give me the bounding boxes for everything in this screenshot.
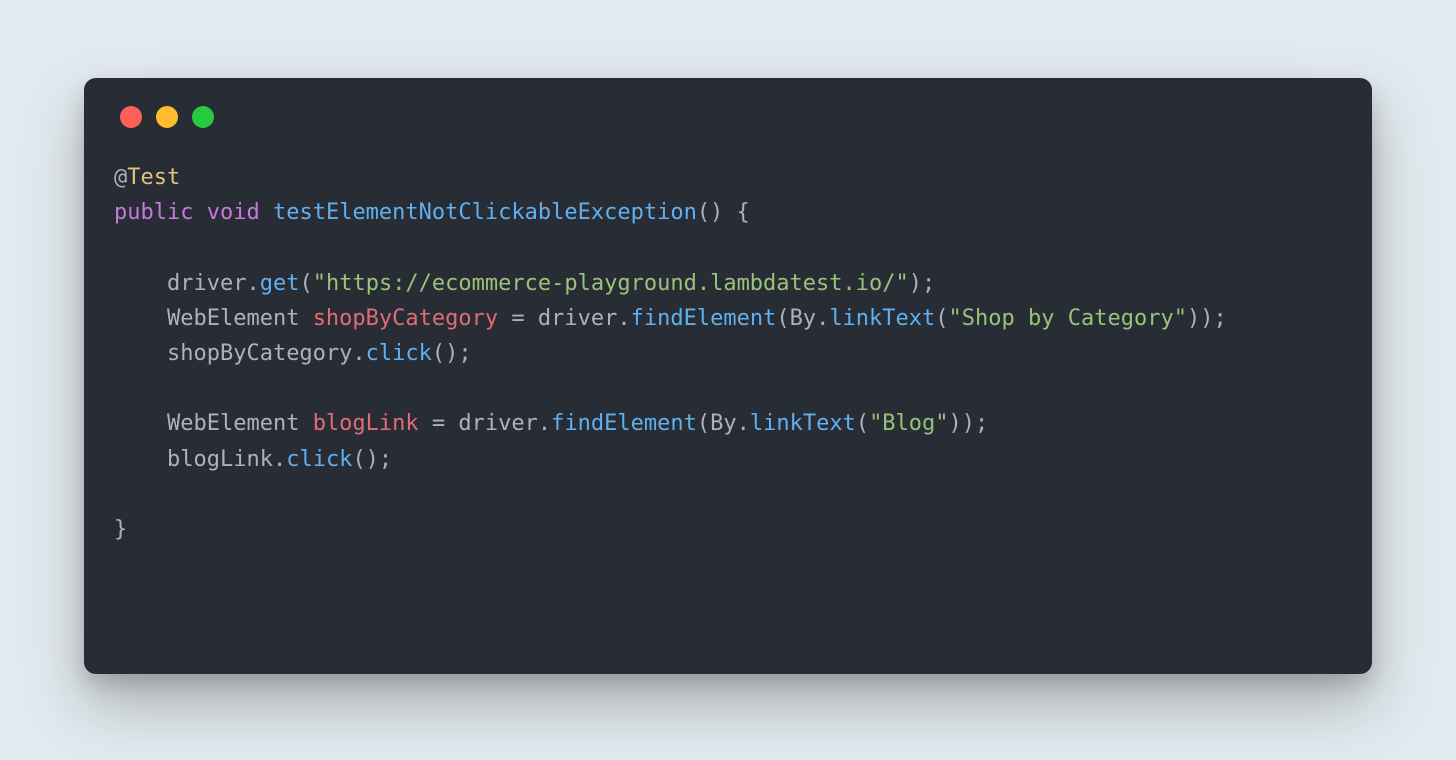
punc-open-paren: ( bbox=[697, 411, 710, 436]
punc-open-paren: ( bbox=[299, 271, 312, 296]
string-url: "https://ecommerce-playground.lambdatest… bbox=[313, 271, 909, 296]
punc-close: ); bbox=[909, 271, 936, 296]
ident-By: By bbox=[710, 411, 737, 436]
punc-open-paren: ( bbox=[856, 411, 869, 436]
var-shopByCategory: shopByCategory bbox=[167, 341, 352, 366]
punc-brace-close: } bbox=[114, 517, 127, 542]
var-blogLink-decl: blogLink bbox=[313, 411, 419, 436]
punc-dot: . bbox=[352, 341, 365, 366]
var-blogLink: blogLink bbox=[167, 447, 273, 472]
punc-dot: . bbox=[246, 271, 259, 296]
method-get: get bbox=[260, 271, 300, 296]
ident-driver: driver bbox=[458, 411, 537, 436]
annotation-name: Test bbox=[127, 165, 180, 190]
var-shopByCategory-decl: shopByCategory bbox=[313, 306, 498, 331]
punc-open-paren: ( bbox=[935, 306, 948, 331]
string-blog: "Blog" bbox=[869, 411, 948, 436]
method-click: click bbox=[366, 341, 432, 366]
method-findElement: findElement bbox=[551, 411, 697, 436]
punc-dot: . bbox=[617, 306, 630, 331]
method-findElement: findElement bbox=[631, 306, 777, 331]
string-shop-by-category: "Shop by Category" bbox=[949, 306, 1187, 331]
punc-equals: = bbox=[432, 411, 445, 436]
ident-driver: driver bbox=[167, 271, 246, 296]
punc-close: (); bbox=[432, 341, 472, 366]
type-webelement: WebElement bbox=[167, 411, 299, 436]
punc-open-paren: ( bbox=[776, 306, 789, 331]
punc-dot: . bbox=[538, 411, 551, 436]
annotation-at: @ bbox=[114, 165, 127, 190]
method-linkText: linkText bbox=[829, 306, 935, 331]
punc-dot: . bbox=[816, 306, 829, 331]
ident-By: By bbox=[790, 306, 817, 331]
keyword-void: void bbox=[207, 200, 260, 225]
keyword-public: public bbox=[114, 200, 193, 225]
window-close-icon[interactable] bbox=[120, 106, 142, 128]
punc-dot: . bbox=[737, 411, 750, 436]
punc-close: )); bbox=[1187, 306, 1227, 331]
code-window: @Test public void testElementNotClickabl… bbox=[84, 78, 1372, 674]
punc-equals: = bbox=[511, 306, 524, 331]
code-block: @Test public void testElementNotClickabl… bbox=[114, 160, 1342, 547]
window-traffic-lights bbox=[114, 106, 1342, 128]
window-minimize-icon[interactable] bbox=[156, 106, 178, 128]
ident-driver: driver bbox=[538, 306, 617, 331]
punc-parens-open: () { bbox=[697, 200, 750, 225]
type-webelement: WebElement bbox=[167, 306, 299, 331]
method-name: testElementNotClickableException bbox=[273, 200, 697, 225]
method-linkText: linkText bbox=[750, 411, 856, 436]
punc-close: (); bbox=[352, 447, 392, 472]
method-click: click bbox=[286, 447, 352, 472]
punc-dot: . bbox=[273, 447, 286, 472]
punc-close: )); bbox=[949, 411, 989, 436]
window-zoom-icon[interactable] bbox=[192, 106, 214, 128]
